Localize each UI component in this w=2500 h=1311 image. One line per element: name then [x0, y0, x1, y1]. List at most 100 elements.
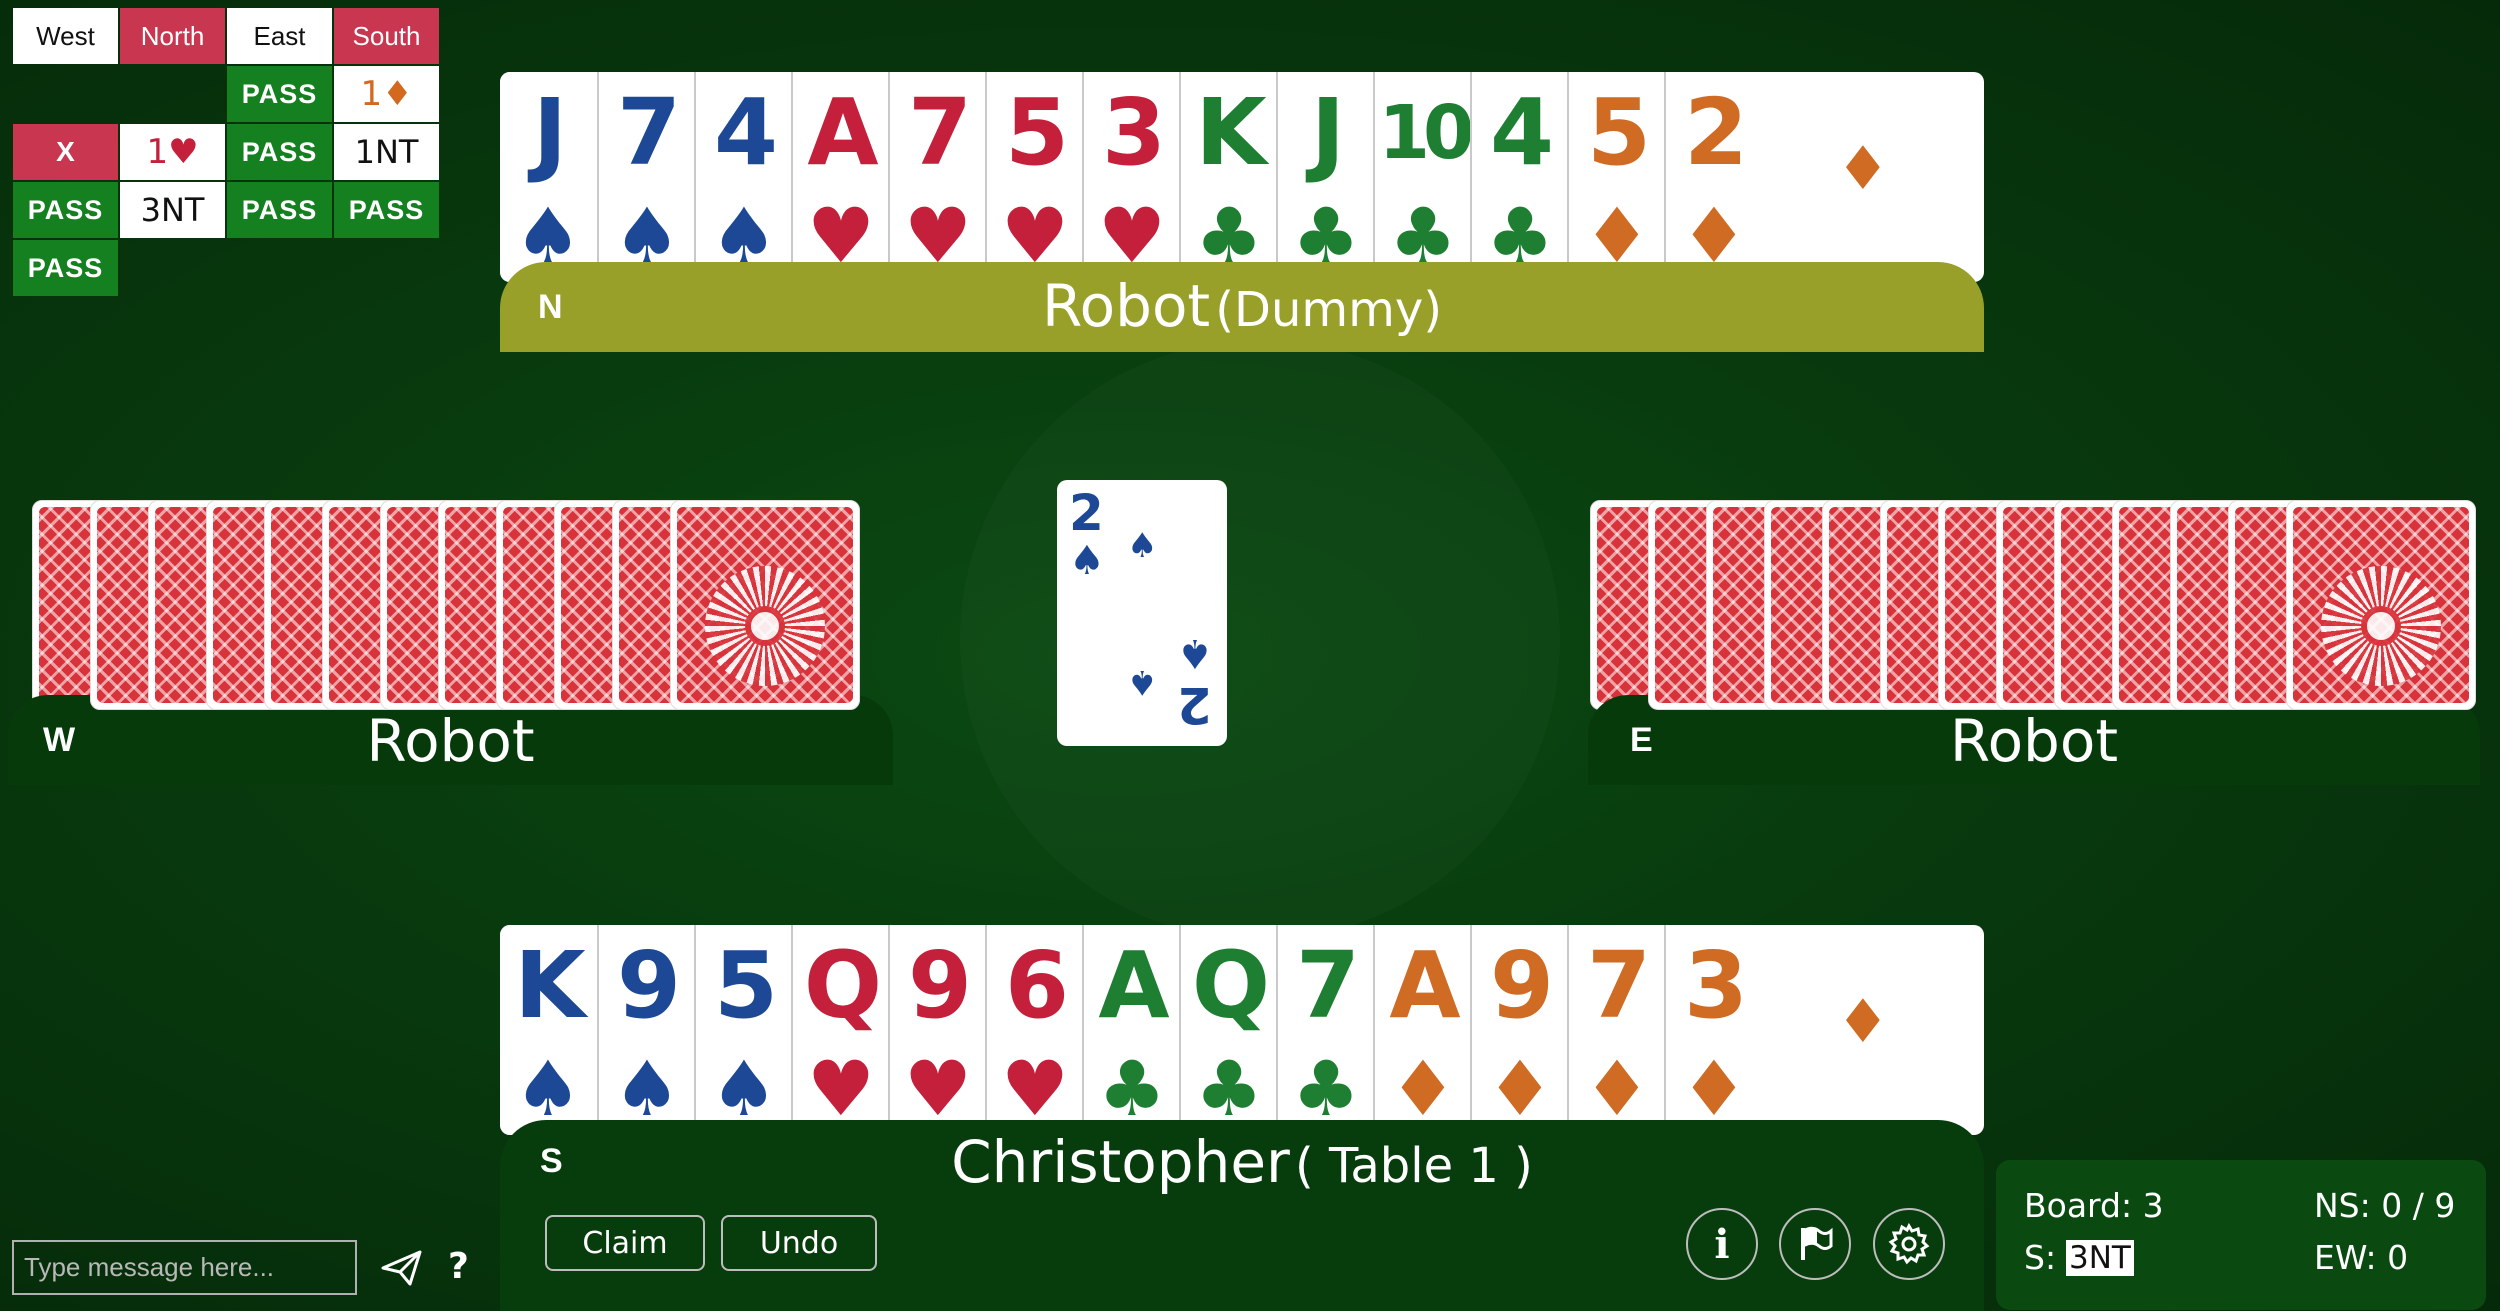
settings-button[interactable]: [1873, 1208, 1945, 1280]
flag-icon: [1801, 1226, 1833, 1260]
spade-icon: ♠: [1069, 538, 1105, 584]
bid-1-diamond: 1 ♦: [334, 66, 439, 122]
spade-icon: ♠: [1177, 630, 1213, 676]
north-card[interactable]: J ♠: [500, 72, 596, 282]
bid-pass: PASS: [13, 182, 118, 238]
card-rank: 6: [1004, 932, 1069, 1039]
card-rank: J: [1310, 79, 1345, 186]
west-name: Robot: [366, 707, 535, 775]
north-card[interactable]: 10 ♣: [1373, 72, 1474, 282]
north-card[interactable]: 7 ♠: [597, 72, 695, 282]
bid-level: 1: [146, 132, 169, 172]
south-card[interactable]: Q ♣: [1179, 925, 1277, 1135]
card-rank: 2: [1683, 79, 1748, 186]
card-rank: 7: [907, 79, 972, 186]
bid-header-south: South: [334, 8, 439, 64]
card-rank: Q: [803, 932, 882, 1039]
watermark-circle: [960, 340, 1560, 940]
south-card[interactable]: 7 ♦: [1567, 925, 1665, 1135]
card-rank: A: [807, 79, 878, 186]
undo-button[interactable]: Undo: [721, 1215, 877, 1271]
contract-label: S:: [2024, 1238, 2057, 1277]
card-back: [2286, 500, 2476, 710]
bid-1-heart: 1 ♥: [120, 124, 225, 180]
north-card[interactable]: K ♣: [1179, 72, 1277, 282]
heart-icon: ♥: [1000, 1044, 1070, 1133]
south-card[interactable]: 7 ♣: [1276, 925, 1374, 1135]
bid-header-north: North: [120, 8, 225, 64]
diamond-icon: ♦: [1836, 134, 1890, 204]
board-number: Board: 3: [2024, 1186, 2164, 1225]
south-hand[interactable]: K ♠ 9 ♠ 5 ♠ Q ♥ 9 ♥ 6 ♥ A ♣ Q ♣ 7 ♣ A ♦ 9 ♦ 7 ♦ 3 ♦ ♦: [500, 925, 1984, 1135]
north-card[interactable]: 5 ♥: [985, 72, 1083, 282]
north-card[interactable]: 4 ♣: [1470, 72, 1568, 282]
north-card[interactable]: 7 ♥: [888, 72, 986, 282]
played-card: 2 ♠ ♠ ♠ ♠ 2: [1057, 480, 1227, 746]
contract-value: 3NT: [2066, 1240, 2134, 1276]
card-rank: 5: [713, 932, 778, 1039]
diamond-icon: ♦: [1836, 987, 1890, 1057]
info-icon: i: [1714, 1220, 1730, 1268]
bid-pass: PASS: [227, 66, 332, 122]
bidding-table: West North East South PASS 1 ♦ X 1 ♥ PASS …: [13, 8, 439, 296]
bid-pass: PASS: [227, 124, 332, 180]
south-card[interactable]: 6 ♥: [985, 925, 1083, 1135]
south-card[interactable]: Q ♥: [791, 925, 889, 1135]
card-rank: 5: [1004, 79, 1069, 186]
help-icon[interactable]: ?: [448, 1246, 469, 1287]
west-hand: [32, 500, 862, 710]
card-back: [670, 500, 860, 710]
send-icon[interactable]: [380, 1248, 424, 1288]
south-card[interactable]: A ♣: [1082, 925, 1180, 1135]
east-hand: [1590, 500, 2480, 710]
spade-icon: ♠: [709, 1044, 779, 1133]
info-button[interactable]: i: [1686, 1208, 1758, 1280]
club-icon: ♣: [1097, 1044, 1167, 1133]
card-rank: 5: [1586, 79, 1651, 186]
south-card[interactable]: 9 ♥: [888, 925, 986, 1135]
south-card[interactable]: 9 ♦: [1470, 925, 1568, 1135]
south-card[interactable]: 5 ♠: [694, 925, 792, 1135]
north-player-name: Robot: [1041, 272, 1211, 340]
card-rank: Q: [1191, 932, 1270, 1039]
card-rank: K: [514, 932, 585, 1039]
north-card[interactable]: 5 ♦: [1567, 72, 1665, 282]
card-rank: 7: [1586, 932, 1651, 1039]
north-card[interactable]: 3 ♥: [1082, 72, 1180, 282]
south-card[interactable]: 3 ♦: [1664, 925, 1762, 1135]
diamond-icon: ♦: [1679, 1044, 1749, 1133]
diamond-icon: ♦: [382, 74, 413, 114]
south-card[interactable]: 9 ♠: [597, 925, 695, 1135]
north-card[interactable]: 2 ♦: [1664, 72, 1762, 282]
bid-empty: [13, 66, 118, 122]
north-card[interactable]: 4 ♠: [694, 72, 792, 282]
trick-rank-bottom: 2: [1177, 676, 1212, 734]
bid-double: X: [13, 124, 118, 180]
bid-1nt: 1NT: [334, 124, 439, 180]
north-card[interactable]: A ♥: [791, 72, 889, 282]
card-rank: A: [1098, 932, 1169, 1039]
north-card[interactable]: J ♣: [1276, 72, 1374, 282]
status-panel: Board: 3 S: 3NT NS: 0 / 9 EW: 0: [1996, 1160, 2486, 1310]
chat-input[interactable]: [12, 1240, 357, 1295]
east-player-name: Robot: [1588, 707, 2480, 775]
card-rank: 4: [1489, 79, 1554, 186]
card-rank: 9: [1489, 932, 1554, 1039]
card-rank: 3: [1101, 79, 1166, 186]
north-hand: J ♠ 7 ♠ 4 ♠ A ♥ 7 ♥ 5 ♥ 3 ♥ K ♣ J ♣ 10 ♣ 4 ♣ 5 ♦ 2 ♦ ♦: [500, 72, 1984, 282]
south-card[interactable]: K ♠: [500, 925, 596, 1135]
club-icon: ♣: [1291, 1044, 1361, 1133]
south-table: ( Table 1 ): [1294, 1138, 1533, 1194]
spade-icon: ♠: [1127, 662, 1158, 702]
bid-header-east: East: [227, 8, 332, 64]
card-back-medallion: [705, 565, 825, 686]
north-nameplate: N Robot (Dummy): [500, 262, 1984, 352]
flag-button[interactable]: [1779, 1208, 1851, 1280]
card-rank: J: [532, 79, 567, 186]
spade-icon: ♠: [1127, 526, 1158, 566]
claim-button[interactable]: Claim: [545, 1215, 705, 1271]
bid-3nt: 3NT: [120, 182, 225, 238]
trick-rank-top: 2: [1069, 484, 1104, 542]
diamond-icon: ♦: [1582, 1044, 1652, 1133]
south-card[interactable]: A ♦: [1373, 925, 1471, 1135]
